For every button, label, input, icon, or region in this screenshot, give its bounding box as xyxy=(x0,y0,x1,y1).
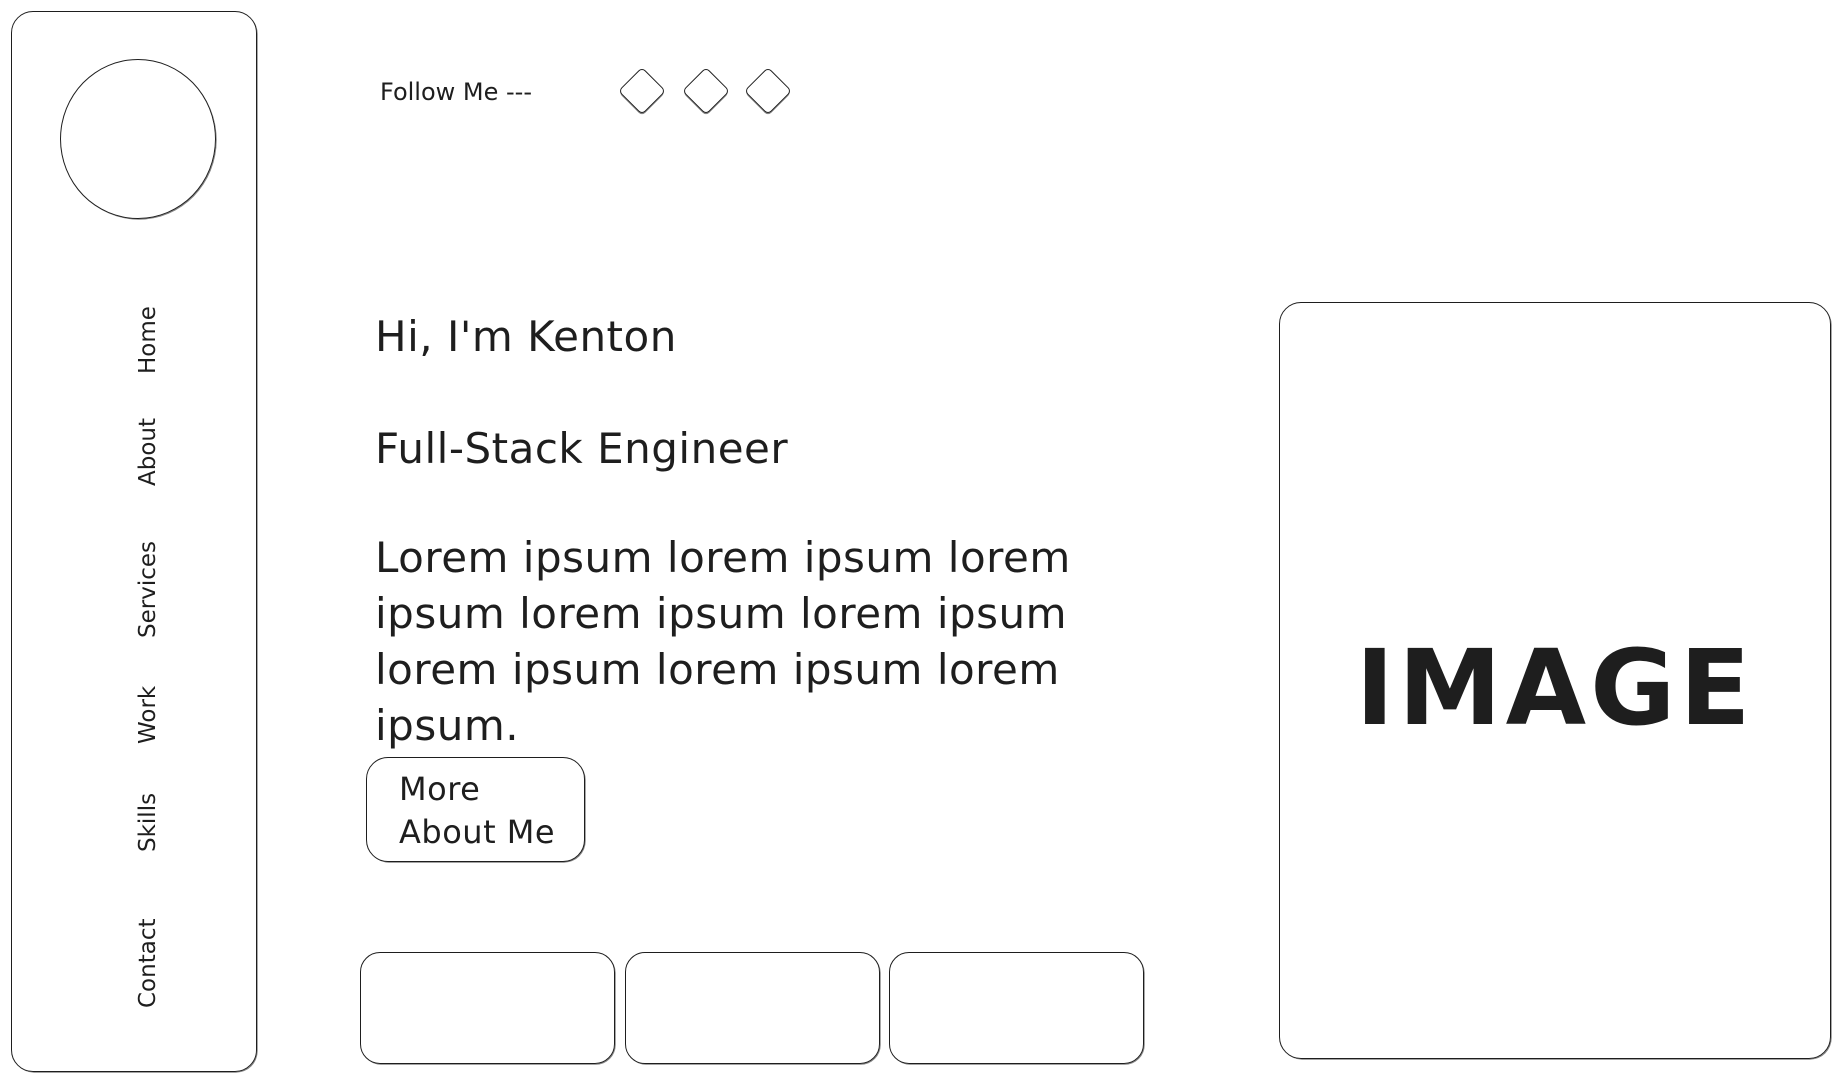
card-3[interactable] xyxy=(889,952,1144,1064)
more-about-me-button[interactable]: More About Me xyxy=(366,757,585,862)
more-about-me-label-line2: About Me xyxy=(399,813,556,851)
image-placeholder-label: IMAGE xyxy=(1355,627,1755,749)
page-canvas: Home About Services Work Skills Contact … xyxy=(0,0,1836,1080)
card-1[interactable] xyxy=(360,952,615,1064)
social-icon-2[interactable] xyxy=(681,66,731,116)
social-icon-3[interactable] xyxy=(743,66,793,116)
nav-item-skills[interactable]: Skills xyxy=(134,793,162,852)
avatar[interactable] xyxy=(60,59,216,219)
nav-item-work[interactable]: Work xyxy=(134,686,162,744)
more-about-me-label-line1: More xyxy=(399,770,481,808)
sidebar: Home About Services Work Skills Contact xyxy=(11,11,257,1072)
follow-label: Follow Me --- xyxy=(380,78,532,106)
card-2[interactable] xyxy=(625,952,880,1064)
nav-item-about[interactable]: About xyxy=(134,418,162,486)
hero-greeting: Hi, I'm Kenton xyxy=(375,312,677,361)
social-icon-1[interactable] xyxy=(617,66,667,116)
hero-body: Lorem ipsum lorem ipsum lorem ipsum lore… xyxy=(375,533,1071,750)
nav-item-contact[interactable]: Contact xyxy=(134,919,162,1008)
image-placeholder: IMAGE xyxy=(1279,302,1831,1059)
hero-title: Full-Stack Engineer xyxy=(375,424,789,473)
more-about-me-label: More About Me xyxy=(399,768,579,854)
nav-item-services[interactable]: Services xyxy=(134,541,162,638)
nav-item-home[interactable]: Home xyxy=(134,306,162,374)
